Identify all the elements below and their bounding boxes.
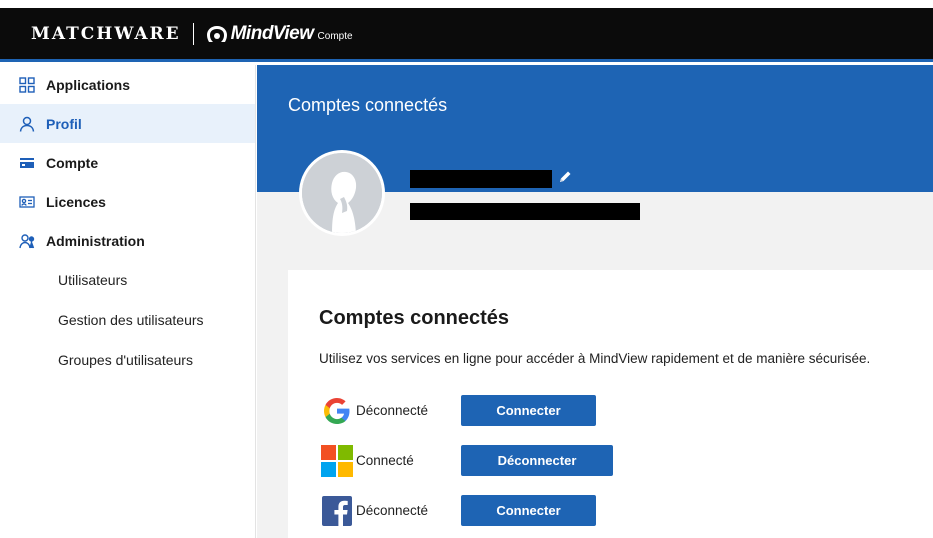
card-description: Utilisez vos services en ligne pour accé… (319, 351, 871, 366)
sidebar-item-applications[interactable]: Applications (0, 65, 255, 104)
credit-card-icon (19, 155, 35, 171)
top-bar: MATCHWARE MindView Compte (0, 8, 933, 62)
sidebar-item-label: Compte (46, 154, 99, 171)
pencil-icon[interactable] (557, 169, 573, 185)
admin-users-icon (19, 233, 35, 249)
provider-row-microsoft (319, 443, 355, 479)
card-title: Comptes connectés (319, 307, 510, 329)
provider-row-facebook (319, 493, 355, 529)
default-avatar-icon (302, 153, 382, 233)
sidebar-item-label: Applications (46, 76, 131, 93)
sidebar-subitem-utilisateurs[interactable]: Utilisateurs (0, 260, 255, 300)
sidebar: Applications Profil Compte Licences Admi… (0, 65, 256, 538)
sidebar-item-label: Administration (46, 232, 145, 249)
connect-google-button[interactable]: Connecter (461, 395, 596, 426)
product-name[interactable]: MindView (231, 23, 314, 45)
avatar[interactable] (299, 150, 385, 236)
sidebar-subitem-gestion-utilisateurs[interactable]: Gestion des utilisateurs (0, 300, 255, 340)
matchware-logo[interactable]: MATCHWARE (31, 24, 181, 44)
sidebar-item-label: Profil (46, 115, 82, 132)
provider-status: Déconnecté (356, 403, 429, 418)
sidebar-item-profil[interactable]: Profil (0, 104, 255, 143)
top-strip (0, 0, 933, 8)
user-icon (19, 116, 35, 132)
grid-icon (19, 76, 35, 93)
google-icon (319, 393, 355, 429)
microsoft-icon (319, 443, 355, 479)
main-content: Comptes connectés Comptes connectés Util… (257, 65, 933, 538)
page-title: Comptes connectés (288, 95, 448, 115)
provider-row-google (319, 393, 355, 429)
product-subtitle: Compte (317, 31, 353, 42)
facebook-icon (319, 493, 355, 529)
sidebar-item-licences[interactable]: Licences (0, 182, 255, 221)
connect-facebook-button[interactable]: Connecter (461, 495, 596, 526)
id-card-icon (19, 194, 35, 210)
sidebar-item-compte[interactable]: Compte (0, 143, 255, 182)
connected-accounts-card: Comptes connectés Utilisez vos services … (288, 270, 933, 538)
brand-divider (192, 22, 194, 45)
profile-email-redacted (410, 203, 640, 220)
provider-status: Déconnecté (356, 503, 429, 518)
provider-status: Connecté (356, 453, 414, 468)
sidebar-item-administration[interactable]: Administration (0, 221, 255, 260)
sidebar-subitem-groupes-utilisateurs[interactable]: Groupes d'utilisateurs (0, 340, 255, 380)
profile-name-redacted (410, 170, 552, 188)
mindview-logo-icon (206, 25, 228, 43)
sidebar-item-label: Licences (46, 193, 106, 210)
disconnect-microsoft-button[interactable]: Déconnecter (461, 445, 613, 476)
